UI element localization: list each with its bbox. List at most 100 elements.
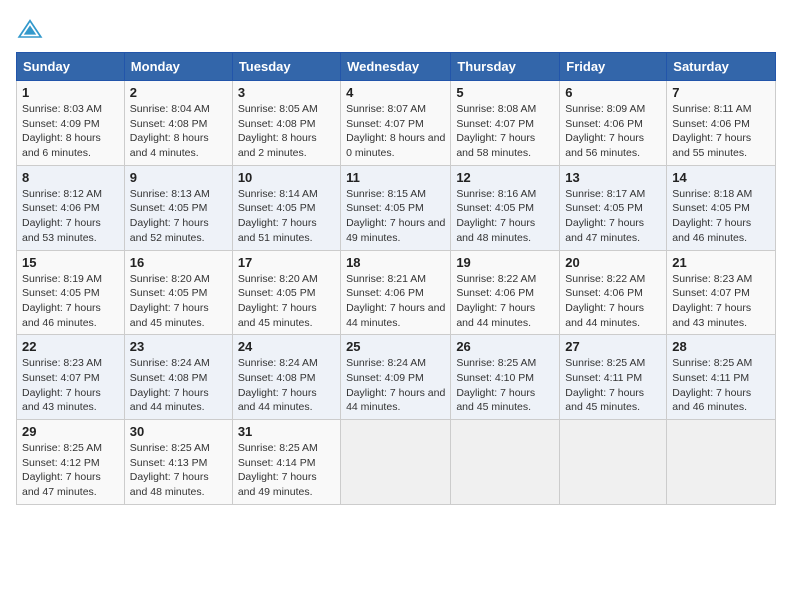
day-number: 17 xyxy=(238,255,335,270)
day-number: 27 xyxy=(565,339,661,354)
day-number: 7 xyxy=(672,85,770,100)
calendar-cell: 6 Sunrise: 8:09 AMSunset: 4:06 PMDayligh… xyxy=(560,81,667,166)
page-header xyxy=(16,16,776,44)
day-info: Sunrise: 8:08 AMSunset: 4:07 PMDaylight:… xyxy=(456,102,554,161)
day-number: 21 xyxy=(672,255,770,270)
day-number: 5 xyxy=(456,85,554,100)
calendar-cell: 30 Sunrise: 8:25 AMSunset: 4:13 PMDaylig… xyxy=(124,420,232,505)
day-info: Sunrise: 8:04 AMSunset: 4:08 PMDaylight:… xyxy=(130,102,227,161)
day-number: 3 xyxy=(238,85,335,100)
calendar-header: SundayMondayTuesdayWednesdayThursdayFrid… xyxy=(17,53,776,81)
day-info: Sunrise: 8:25 AMSunset: 4:11 PMDaylight:… xyxy=(672,356,770,415)
calendar-cell: 12 Sunrise: 8:16 AMSunset: 4:05 PMDaylig… xyxy=(451,165,560,250)
calendar-week-3: 15 Sunrise: 8:19 AMSunset: 4:05 PMDaylig… xyxy=(17,250,776,335)
day-info: Sunrise: 8:03 AMSunset: 4:09 PMDaylight:… xyxy=(22,102,119,161)
logo-icon xyxy=(16,16,44,44)
day-info: Sunrise: 8:14 AMSunset: 4:05 PMDaylight:… xyxy=(238,187,335,246)
day-number: 2 xyxy=(130,85,227,100)
calendar-cell: 2 Sunrise: 8:04 AMSunset: 4:08 PMDayligh… xyxy=(124,81,232,166)
header-row: SundayMondayTuesdayWednesdayThursdayFrid… xyxy=(17,53,776,81)
day-info: Sunrise: 8:12 AMSunset: 4:06 PMDaylight:… xyxy=(22,187,119,246)
calendar-cell: 8 Sunrise: 8:12 AMSunset: 4:06 PMDayligh… xyxy=(17,165,125,250)
day-info: Sunrise: 8:25 AMSunset: 4:14 PMDaylight:… xyxy=(238,441,335,500)
day-number: 20 xyxy=(565,255,661,270)
calendar-cell: 14 Sunrise: 8:18 AMSunset: 4:05 PMDaylig… xyxy=(667,165,776,250)
day-info: Sunrise: 8:15 AMSunset: 4:05 PMDaylight:… xyxy=(346,187,445,246)
day-number: 12 xyxy=(456,170,554,185)
calendar-cell: 25 Sunrise: 8:24 AMSunset: 4:09 PMDaylig… xyxy=(341,335,451,420)
calendar-cell: 27 Sunrise: 8:25 AMSunset: 4:11 PMDaylig… xyxy=(560,335,667,420)
day-number: 24 xyxy=(238,339,335,354)
day-info: Sunrise: 8:20 AMSunset: 4:05 PMDaylight:… xyxy=(238,272,335,331)
day-info: Sunrise: 8:13 AMSunset: 4:05 PMDaylight:… xyxy=(130,187,227,246)
day-info: Sunrise: 8:18 AMSunset: 4:05 PMDaylight:… xyxy=(672,187,770,246)
day-number: 9 xyxy=(130,170,227,185)
day-number: 15 xyxy=(22,255,119,270)
calendar-cell: 26 Sunrise: 8:25 AMSunset: 4:10 PMDaylig… xyxy=(451,335,560,420)
calendar-cell: 28 Sunrise: 8:25 AMSunset: 4:11 PMDaylig… xyxy=(667,335,776,420)
day-info: Sunrise: 8:25 AMSunset: 4:12 PMDaylight:… xyxy=(22,441,119,500)
calendar-cell: 24 Sunrise: 8:24 AMSunset: 4:08 PMDaylig… xyxy=(232,335,340,420)
day-info: Sunrise: 8:09 AMSunset: 4:06 PMDaylight:… xyxy=(565,102,661,161)
calendar-cell: 15 Sunrise: 8:19 AMSunset: 4:05 PMDaylig… xyxy=(17,250,125,335)
calendar-cell: 4 Sunrise: 8:07 AMSunset: 4:07 PMDayligh… xyxy=(341,81,451,166)
calendar-cell: 7 Sunrise: 8:11 AMSunset: 4:06 PMDayligh… xyxy=(667,81,776,166)
day-number: 25 xyxy=(346,339,445,354)
calendar-table: SundayMondayTuesdayWednesdayThursdayFrid… xyxy=(16,52,776,505)
day-info: Sunrise: 8:20 AMSunset: 4:05 PMDaylight:… xyxy=(130,272,227,331)
header-cell-friday: Friday xyxy=(560,53,667,81)
day-number: 8 xyxy=(22,170,119,185)
calendar-cell: 17 Sunrise: 8:20 AMSunset: 4:05 PMDaylig… xyxy=(232,250,340,335)
calendar-week-1: 1 Sunrise: 8:03 AMSunset: 4:09 PMDayligh… xyxy=(17,81,776,166)
calendar-cell: 31 Sunrise: 8:25 AMSunset: 4:14 PMDaylig… xyxy=(232,420,340,505)
day-number: 16 xyxy=(130,255,227,270)
logo xyxy=(16,16,48,44)
day-info: Sunrise: 8:24 AMSunset: 4:08 PMDaylight:… xyxy=(238,356,335,415)
day-info: Sunrise: 8:22 AMSunset: 4:06 PMDaylight:… xyxy=(565,272,661,331)
day-number: 14 xyxy=(672,170,770,185)
calendar-body: 1 Sunrise: 8:03 AMSunset: 4:09 PMDayligh… xyxy=(17,81,776,505)
day-number: 19 xyxy=(456,255,554,270)
day-info: Sunrise: 8:17 AMSunset: 4:05 PMDaylight:… xyxy=(565,187,661,246)
day-number: 6 xyxy=(565,85,661,100)
header-cell-thursday: Thursday xyxy=(451,53,560,81)
calendar-cell: 16 Sunrise: 8:20 AMSunset: 4:05 PMDaylig… xyxy=(124,250,232,335)
calendar-cell: 10 Sunrise: 8:14 AMSunset: 4:05 PMDaylig… xyxy=(232,165,340,250)
header-cell-monday: Monday xyxy=(124,53,232,81)
calendar-cell: 3 Sunrise: 8:05 AMSunset: 4:08 PMDayligh… xyxy=(232,81,340,166)
day-number: 18 xyxy=(346,255,445,270)
calendar-cell: 9 Sunrise: 8:13 AMSunset: 4:05 PMDayligh… xyxy=(124,165,232,250)
header-cell-sunday: Sunday xyxy=(17,53,125,81)
calendar-cell: 21 Sunrise: 8:23 AMSunset: 4:07 PMDaylig… xyxy=(667,250,776,335)
calendar-cell xyxy=(451,420,560,505)
calendar-cell: 29 Sunrise: 8:25 AMSunset: 4:12 PMDaylig… xyxy=(17,420,125,505)
header-cell-tuesday: Tuesday xyxy=(232,53,340,81)
calendar-cell xyxy=(560,420,667,505)
calendar-cell xyxy=(667,420,776,505)
day-number: 28 xyxy=(672,339,770,354)
calendar-cell: 1 Sunrise: 8:03 AMSunset: 4:09 PMDayligh… xyxy=(17,81,125,166)
day-info: Sunrise: 8:25 AMSunset: 4:10 PMDaylight:… xyxy=(456,356,554,415)
calendar-cell: 11 Sunrise: 8:15 AMSunset: 4:05 PMDaylig… xyxy=(341,165,451,250)
header-cell-wednesday: Wednesday xyxy=(341,53,451,81)
calendar-week-2: 8 Sunrise: 8:12 AMSunset: 4:06 PMDayligh… xyxy=(17,165,776,250)
day-number: 30 xyxy=(130,424,227,439)
calendar-cell: 19 Sunrise: 8:22 AMSunset: 4:06 PMDaylig… xyxy=(451,250,560,335)
calendar-cell: 20 Sunrise: 8:22 AMSunset: 4:06 PMDaylig… xyxy=(560,250,667,335)
day-number: 23 xyxy=(130,339,227,354)
day-number: 31 xyxy=(238,424,335,439)
day-number: 26 xyxy=(456,339,554,354)
day-info: Sunrise: 8:23 AMSunset: 4:07 PMDaylight:… xyxy=(672,272,770,331)
calendar-week-5: 29 Sunrise: 8:25 AMSunset: 4:12 PMDaylig… xyxy=(17,420,776,505)
day-number: 4 xyxy=(346,85,445,100)
day-info: Sunrise: 8:25 AMSunset: 4:13 PMDaylight:… xyxy=(130,441,227,500)
calendar-week-4: 22 Sunrise: 8:23 AMSunset: 4:07 PMDaylig… xyxy=(17,335,776,420)
calendar-cell: 5 Sunrise: 8:08 AMSunset: 4:07 PMDayligh… xyxy=(451,81,560,166)
day-info: Sunrise: 8:19 AMSunset: 4:05 PMDaylight:… xyxy=(22,272,119,331)
day-number: 13 xyxy=(565,170,661,185)
day-info: Sunrise: 8:25 AMSunset: 4:11 PMDaylight:… xyxy=(565,356,661,415)
day-info: Sunrise: 8:11 AMSunset: 4:06 PMDaylight:… xyxy=(672,102,770,161)
calendar-cell: 22 Sunrise: 8:23 AMSunset: 4:07 PMDaylig… xyxy=(17,335,125,420)
day-info: Sunrise: 8:16 AMSunset: 4:05 PMDaylight:… xyxy=(456,187,554,246)
day-info: Sunrise: 8:07 AMSunset: 4:07 PMDaylight:… xyxy=(346,102,445,161)
